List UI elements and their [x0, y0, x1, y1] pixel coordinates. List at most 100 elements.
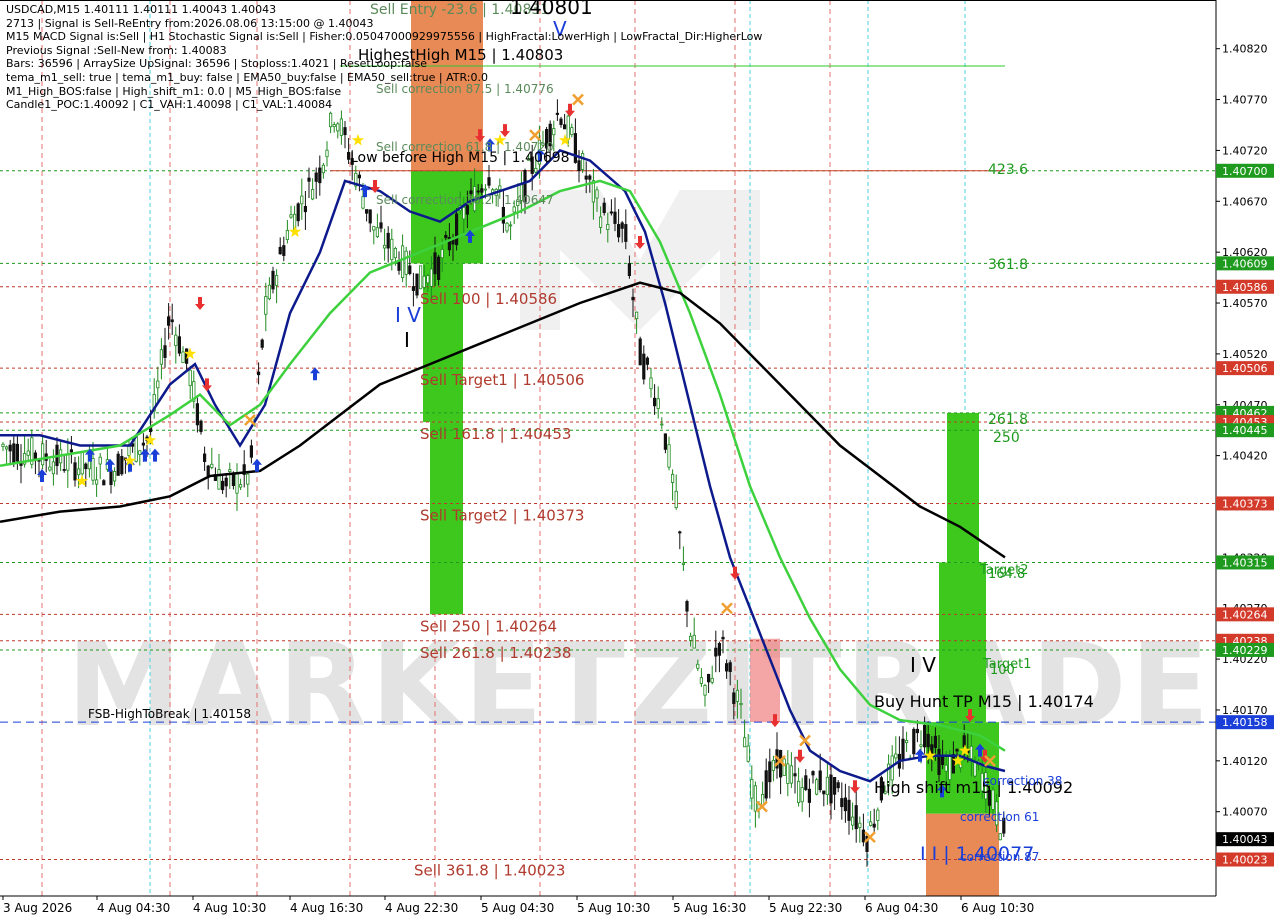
- candle-body: [361, 196, 365, 209]
- price-level-label: Sell 100 | 1.40586: [420, 290, 557, 308]
- candle-body: [685, 601, 689, 612]
- candle-body: [905, 740, 909, 743]
- annotation-label: 423.6: [988, 162, 1028, 178]
- y-tick-label: 1.40170: [1222, 704, 1268, 717]
- candle-body: [102, 480, 106, 486]
- price-chart[interactable]: MARKETZITRADE HighestHigh M15 | 1.40803S…: [0, 0, 1280, 920]
- symbol-line: USDCAD,M15 1.40111 1.40111 1.40043 1.400…: [6, 3, 277, 16]
- price-tag-label: 1.40506: [1222, 362, 1268, 375]
- candle-body: [120, 455, 124, 475]
- candle-body: [256, 371, 261, 376]
- candle-body: [710, 677, 714, 683]
- candle-body: [289, 214, 293, 218]
- candle-body: [663, 433, 668, 450]
- y-tick-label: 1.40570: [1222, 297, 1268, 310]
- candle-body: [357, 174, 362, 179]
- candle-body: [415, 273, 419, 296]
- price-level-label: Sell 261.8 | 1.40238: [420, 644, 571, 662]
- candle-body: [955, 748, 959, 752]
- candle-body: [800, 787, 804, 803]
- candle-body: [861, 829, 866, 843]
- candle-body: [404, 250, 408, 275]
- candle-body: [127, 445, 131, 456]
- candle-body: [210, 463, 214, 468]
- candle-body: [1, 443, 5, 447]
- candle-body: [743, 737, 747, 748]
- candle-body: [807, 788, 812, 803]
- info-line-7: Candle1_POC:1.40092 | C1_VAH:1.40098 | C…: [6, 98, 333, 112]
- candle-body: [919, 744, 923, 747]
- candle-body: [620, 222, 624, 229]
- candle-body: [559, 118, 563, 125]
- candle-body: [638, 338, 642, 366]
- candle-body: [696, 663, 700, 669]
- price-tag-label: 1.40445: [1222, 424, 1268, 437]
- candle-body: [318, 167, 322, 184]
- candle-body: [238, 484, 243, 488]
- candle-body: [220, 480, 225, 491]
- candle-body: [609, 211, 614, 214]
- candle-body: [382, 244, 387, 249]
- y-tick-label: 1.40520: [1222, 348, 1268, 361]
- candle-body: [444, 234, 448, 239]
- candle-body: [584, 175, 588, 180]
- candle-body: [901, 738, 905, 760]
- candle-body: [764, 770, 768, 799]
- candle-body: [332, 124, 336, 128]
- candle-body: [368, 209, 372, 224]
- price-level-label: FSB-HighToBreak | 1.40158: [88, 707, 251, 721]
- annotation-label: I: [404, 328, 410, 352]
- candle-body: [156, 380, 160, 389]
- annotation-label: 361.8: [988, 257, 1028, 273]
- candle-body: [728, 662, 732, 672]
- candle-body: [15, 443, 20, 462]
- candle-body: [725, 663, 729, 672]
- candle-body: [285, 230, 290, 240]
- candle-body: [512, 206, 516, 213]
- candle-body: [436, 256, 441, 280]
- candle-body: [98, 456, 102, 465]
- candle-body: [858, 822, 862, 828]
- candle-body: [811, 771, 815, 776]
- candle-body: [400, 245, 405, 278]
- candle-body: [372, 226, 376, 231]
- y-tick-label: 1.40070: [1222, 806, 1268, 819]
- candle-body: [62, 469, 66, 471]
- candle-body: [77, 468, 81, 476]
- info-line-5: tema_m1_sell: true | tema_m1_buy: false …: [6, 70, 488, 84]
- candle-body: [869, 821, 873, 826]
- candle-body: [379, 222, 383, 229]
- candle-body: [678, 531, 682, 534]
- candle-body: [195, 403, 199, 426]
- annotation-label: Sell correction 38.2 | 1.40647: [376, 193, 554, 207]
- candle-body: [595, 189, 599, 199]
- candle-body: [599, 216, 603, 228]
- candle-body: [789, 765, 794, 784]
- candle-body: [109, 469, 113, 485]
- candle-body: [411, 286, 416, 291]
- candle-body: [786, 763, 790, 784]
- candle-body: [649, 377, 653, 390]
- candle-body: [739, 703, 743, 706]
- x-tick-label: 5 Aug 22:30: [769, 901, 842, 915]
- candle-body: [199, 420, 203, 433]
- candle-body: [667, 444, 671, 468]
- price-level-label: Sell 361.8 | 1.40023: [414, 862, 565, 880]
- info-line-2: M15 MACD Signal is:Sell | H1 Stochastic …: [6, 30, 763, 44]
- candle-body: [577, 160, 581, 171]
- x-tick-label: 4 Aug 04:30: [97, 901, 170, 915]
- candle-body: [418, 265, 423, 290]
- candle-body: [300, 195, 304, 205]
- candle-body: [840, 798, 844, 808]
- price-tag-label: 1.40158: [1222, 716, 1268, 729]
- candle-body: [202, 453, 207, 462]
- candle-body: [689, 635, 693, 641]
- candle-body: [573, 133, 578, 163]
- candle-body: [735, 689, 740, 702]
- candle-body: [534, 167, 538, 173]
- candle-body: [833, 776, 837, 795]
- candle-body: [264, 296, 268, 315]
- price-tag-label: 1.40373: [1222, 497, 1268, 510]
- x-tick-label: 5 Aug 04:30: [481, 901, 554, 915]
- candle-body: [707, 673, 711, 683]
